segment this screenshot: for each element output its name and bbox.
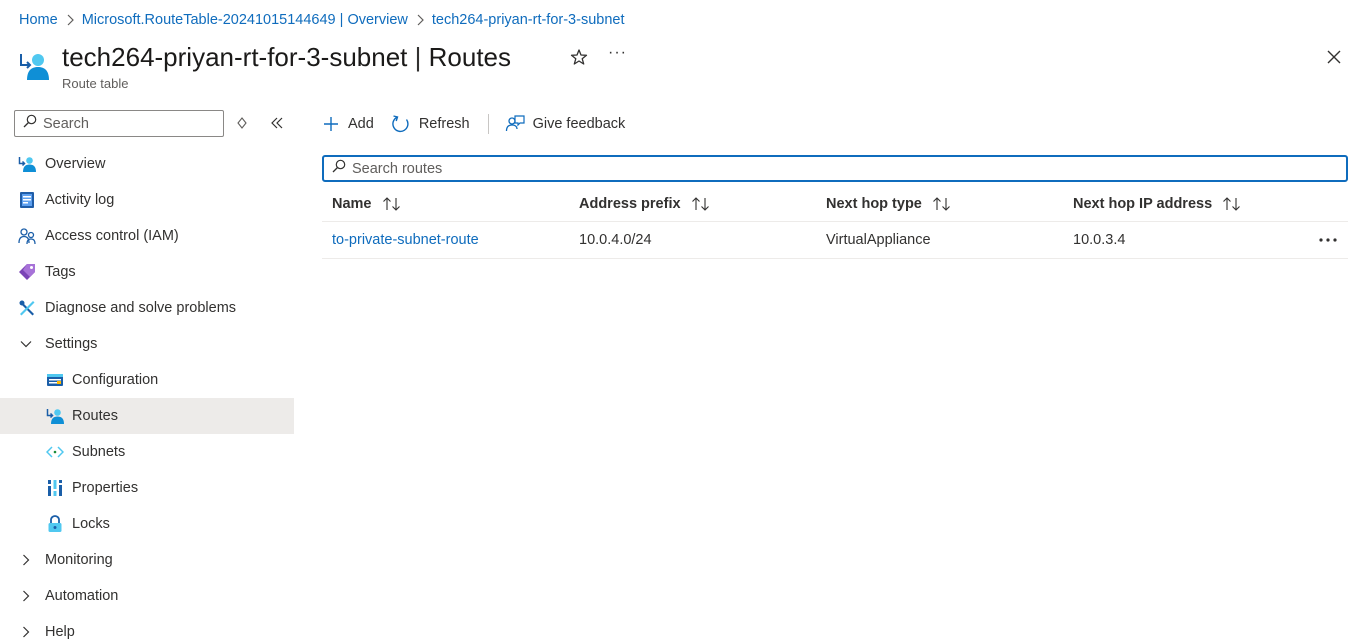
route-name-cell: to-private-subnet-route — [332, 222, 479, 258]
give-feedback-button[interactable]: Give feedback — [505, 114, 626, 134]
title-separator: | — [414, 42, 422, 72]
breadcrumb-home[interactable]: Home — [19, 12, 58, 28]
address-prefix-cell: 10.0.4.0/24 — [579, 232, 652, 248]
sidebar-item-label: Automation — [45, 588, 119, 604]
sidebar-item-label: Activity log — [45, 192, 115, 208]
column-label: Next hop type — [826, 195, 922, 212]
page-header: tech264-priyan-rt-for-3-subnet | Routes … — [18, 40, 1348, 96]
sidebar-item-label: Tags — [45, 264, 76, 280]
table-header: Name Address prefix Next hop type Next h… — [322, 186, 1348, 222]
route-table-icon — [18, 50, 50, 82]
resource-type: Route table — [62, 76, 129, 91]
sidebar-item-label: Routes — [72, 408, 118, 424]
sidebar-group-help[interactable]: Help — [0, 614, 294, 642]
search-icon — [23, 114, 37, 133]
sidebar-item-locks[interactable]: Locks — [0, 506, 294, 542]
chevron-right-icon — [58, 14, 82, 26]
command-bar: Add Refresh Give feedback — [322, 110, 625, 138]
search-icon — [332, 159, 346, 178]
sidebar-item-label: Monitoring — [45, 552, 113, 568]
resource-name: tech264-priyan-rt-for-3-subnet — [62, 42, 408, 72]
sidebar-item-configuration[interactable]: Configuration — [0, 362, 294, 398]
chevron-right-icon — [20, 590, 32, 602]
route-table-icon — [46, 407, 64, 425]
add-icon — [324, 117, 338, 131]
sidebar-item-label: Settings — [45, 336, 98, 352]
feedback-icon — [505, 115, 525, 132]
favorite-star-icon[interactable] — [570, 48, 588, 66]
wrench-icon — [18, 299, 36, 317]
sidebar-group-settings[interactable]: Settings — [0, 326, 294, 362]
table-row[interactable]: to-private-subnet-route 10.0.4.0/24 Virt… — [322, 222, 1348, 259]
sidebar-item-label: Access control (IAM) — [45, 228, 179, 244]
configuration-icon — [46, 371, 64, 389]
column-header-address-prefix[interactable]: Address prefix — [579, 186, 711, 221]
sidebar-item-diagnose[interactable]: Diagnose and solve problems — [0, 290, 294, 326]
sidebar-group-automation[interactable]: Automation — [0, 578, 294, 614]
sidebar-item-label: Subnets — [72, 444, 126, 460]
routes-search-input[interactable] — [352, 160, 1332, 177]
row-more-options-icon[interactable] — [1318, 232, 1338, 248]
sidebar-item-routes[interactable]: Routes — [0, 398, 294, 434]
sort-icon[interactable] — [932, 196, 952, 211]
breadcrumb: Home Microsoft.RouteTable-20241015144649… — [19, 10, 625, 30]
sidebar-item-label: Help — [45, 624, 75, 640]
sort-icon[interactable] — [382, 196, 402, 211]
chevron-right-icon — [408, 14, 432, 26]
toolbar-divider — [487, 114, 489, 134]
refresh-button[interactable]: Refresh — [391, 114, 470, 134]
routes-search[interactable] — [322, 155, 1348, 182]
sidebar-nav: Overview Activity log Access control (IA… — [0, 146, 294, 642]
page-name: Routes — [428, 42, 512, 72]
column-header-name[interactable]: Name — [332, 186, 402, 221]
routes-table: Name Address prefix Next hop type Next h… — [322, 186, 1348, 259]
sidebar-item-label: Diagnose and solve problems — [45, 300, 237, 316]
sort-icon[interactable] — [1222, 196, 1242, 211]
refresh-label: Refresh — [418, 116, 470, 132]
tag-icon — [18, 263, 36, 281]
sidebar-item-tags[interactable]: Tags — [0, 254, 294, 290]
activity-log-icon — [18, 191, 36, 209]
sidebar-item-overview[interactable]: Overview — [0, 146, 294, 182]
filter-diamond-icon[interactable] — [236, 116, 248, 130]
column-header-next-hop-ip[interactable]: Next hop IP address — [1073, 186, 1242, 221]
sidebar-search[interactable] — [14, 110, 224, 137]
subnet-icon — [45, 443, 65, 461]
next-hop-ip-cell: 10.0.3.4 — [1073, 232, 1126, 248]
chevron-down-icon — [20, 338, 32, 350]
column-label: Name — [332, 195, 372, 212]
more-options-icon[interactable]: ··· — [608, 44, 627, 62]
refresh-icon — [392, 115, 409, 133]
page-title: tech264-priyan-rt-for-3-subnet | Routes — [62, 40, 511, 74]
add-label: Add — [348, 116, 374, 132]
sidebar-search-input[interactable] — [43, 115, 213, 132]
sidebar-item-subnets[interactable]: Subnets — [0, 434, 294, 470]
sidebar-item-label: Properties — [72, 480, 139, 496]
chevron-right-icon — [20, 554, 32, 566]
column-header-next-hop-type[interactable]: Next hop type — [826, 186, 952, 221]
iam-icon — [18, 227, 36, 245]
properties-icon — [46, 479, 64, 497]
sidebar-item-label: Overview — [45, 156, 106, 172]
sidebar-item-label: Configuration — [72, 372, 159, 388]
collapse-sidebar-icon[interactable] — [268, 114, 286, 132]
add-button[interactable]: Add — [322, 115, 374, 133]
breadcrumb-routetable-overview[interactable]: Microsoft.RouteTable-20241015144649 | Ov… — [82, 12, 408, 28]
column-label: Next hop IP address — [1073, 195, 1213, 212]
sidebar-item-activity-log[interactable]: Activity log — [0, 182, 294, 218]
sort-icon[interactable] — [691, 196, 711, 211]
sidebar-item-label: Locks — [72, 516, 110, 532]
chevron-right-icon — [20, 626, 32, 638]
sidebar-group-monitoring[interactable]: Monitoring — [0, 542, 294, 578]
next-hop-type-cell: VirtualAppliance — [826, 232, 931, 248]
column-label: Address prefix — [579, 195, 681, 212]
route-table-icon — [18, 155, 36, 173]
lock-icon — [46, 515, 64, 533]
breadcrumb-resource[interactable]: tech264-priyan-rt-for-3-subnet — [432, 12, 625, 28]
close-icon[interactable] — [1326, 49, 1342, 65]
sidebar-item-access-control[interactable]: Access control (IAM) — [0, 218, 294, 254]
sidebar-item-properties[interactable]: Properties — [0, 470, 294, 506]
route-name-link[interactable]: to-private-subnet-route — [332, 232, 479, 248]
give-feedback-label: Give feedback — [532, 116, 626, 132]
